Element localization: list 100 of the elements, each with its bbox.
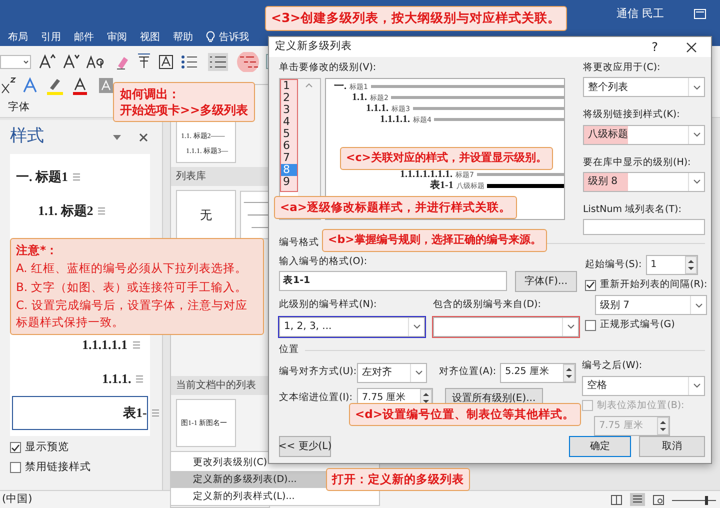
gallery-level-dropdown[interactable]: 级别 8 — [583, 172, 705, 192]
paragraph-style-icon — [72, 173, 81, 181]
preview-number: 1.1.1.1. — [380, 113, 410, 128]
checkbox-label: 重新开始列表的间隔(R): — [600, 278, 708, 292]
caution-text: A. 红框、蓝框的编号必须从下拉列表选择。 — [16, 260, 247, 278]
input-field[interactable] — [583, 219, 705, 235]
lightbulb-icon — [206, 31, 215, 43]
ribbon-display-icon[interactable] — [694, 9, 706, 19]
link-style-dropdown[interactable]: 八级标题 — [583, 124, 705, 144]
number-style-dropdown[interactable]: 1, 2, 3, ... — [279, 316, 425, 336]
less-button[interactable]: << 更少(L) — [279, 436, 331, 457]
preview-number: 1.1. — [352, 91, 367, 104]
level-item[interactable]: 4 — [281, 116, 297, 128]
help-button[interactable]: ? — [652, 38, 658, 56]
scroll-up-icon[interactable] — [305, 83, 313, 88]
list-thumbnail[interactable] — [240, 190, 269, 240]
ribbon-tab[interactable]: 视图 — [140, 30, 160, 44]
slider-thumb[interactable] — [704, 496, 708, 505]
section-title: 位置 — [279, 343, 299, 358]
callout-tooltip: <c>关联对应的样式，并设置显示级别。 — [340, 147, 553, 170]
spin-arrows-icon[interactable] — [684, 256, 697, 274]
paragraph-style-icon — [135, 375, 144, 383]
level-item[interactable]: 1 — [281, 80, 297, 92]
start-at-field[interactable]: 1 — [646, 255, 698, 275]
tell-me-search[interactable]: 告诉我 — [219, 30, 249, 44]
highlighter-icon[interactable] — [46, 76, 66, 96]
preview-number: 一. — [334, 80, 346, 94]
ribbon-tab[interactable]: 审阅 — [107, 30, 127, 44]
field-label: 编号对齐方式(U): — [279, 365, 353, 380]
field-label: 将级别链接到样式(K): — [583, 108, 681, 122]
checkbox[interactable] — [10, 442, 21, 454]
zoom-slider[interactable] — [672, 495, 716, 504]
input-field[interactable]: 表1-1 — [279, 271, 507, 292]
spin-arrows-icon[interactable] — [563, 364, 576, 382]
ok-button[interactable]: 确定 — [569, 436, 631, 457]
checkbox[interactable] — [585, 280, 596, 291]
option-label: 禁用链接样式 — [25, 460, 91, 475]
level-item[interactable]: 6 — [281, 140, 297, 152]
chevron-down-icon — [414, 370, 422, 375]
cancel-button[interactable]: 取消 — [639, 436, 705, 457]
close-icon[interactable] — [139, 132, 148, 142]
section-header: 当前文档中的列表 — [171, 376, 269, 395]
character-border-icon[interactable] — [158, 52, 174, 72]
chevron-down-icon — [692, 84, 700, 90]
font-button[interactable]: 字体(F)... — [515, 271, 577, 292]
chevron-down-icon — [412, 324, 420, 329]
ribbon-tab[interactable]: 帮助 — [173, 30, 193, 44]
field-label: 包含的级别编号来自(D): — [433, 299, 541, 310]
level-item[interactable]: 2 — [281, 92, 297, 104]
caution-title: 注意*： — [16, 242, 58, 259]
ribbon-tab[interactable]: 邮件 — [74, 30, 94, 44]
callout-tooltip: <3>创建多级列表，按大纲级别与对应样式关联。 — [265, 6, 567, 31]
level-item[interactable]: 7 — [281, 152, 297, 164]
preview-number: 1.1.1. — [366, 102, 388, 115]
field-label: 对齐位置(A): — [439, 365, 496, 380]
web-layout-icon[interactable] — [653, 494, 664, 504]
checkbox-label: 制表位添加位置(B): — [597, 398, 684, 413]
callout-tooltip: 打开：定义新的多级列表 — [326, 468, 470, 492]
paragraph-style-icon — [132, 341, 140, 349]
style-item[interactable]: 1.1. 标题2 — [12, 194, 148, 228]
print-layout-icon[interactable] — [630, 493, 645, 506]
field-label: 此级别的编号样式(N): — [279, 299, 377, 310]
restart-level-dropdown[interactable]: 级别 7 — [595, 295, 708, 316]
level-item[interactable]: 3 — [281, 104, 297, 116]
alignment-dropdown[interactable]: 左对齐 — [357, 362, 427, 382]
caution-text: C. 设置完成编号后，设置字体，注意与对应标题样式保持一致。 — [16, 296, 248, 331]
close-icon[interactable] — [686, 42, 697, 52]
language-status: (中国) — [2, 492, 32, 507]
multilevel-list-icon[interactable] — [236, 52, 260, 72]
chevron-down-icon — [692, 179, 700, 184]
chevron-down-icon — [692, 132, 700, 137]
chevron-down-icon — [566, 324, 574, 329]
caution-text: B. 文字（如图、表）或连接符可手工输入。 — [16, 278, 248, 296]
level-item[interactable]: 9 — [281, 176, 297, 188]
follow-number-dropdown[interactable]: 空格 — [582, 376, 705, 396]
list-thumbnail[interactable]: 无 — [176, 190, 236, 240]
checkbox-label: 正规形式编号(G) — [600, 318, 675, 332]
aligned-at-field[interactable]: 5.25 厘米 — [500, 362, 576, 382]
include-level-dropdown[interactable] — [433, 316, 579, 336]
read-mode-icon[interactable] — [611, 494, 622, 504]
style-item[interactable]: 1.1.1.1.1 — [12, 328, 148, 362]
paragraph-style-icon — [97, 207, 106, 215]
dropdown-icon[interactable] — [113, 134, 121, 140]
numbering-icon[interactable] — [208, 52, 230, 72]
superscript-icon[interactable] — [0, 76, 16, 96]
ribbon-tab[interactable]: 引用 — [41, 30, 61, 44]
field-label: 起始编号(S): — [585, 258, 642, 272]
ribbon-tab[interactable]: 布局 — [8, 30, 28, 44]
field-label: 将更改应用于(C): — [583, 61, 662, 75]
level-item[interactable]: 5 — [281, 128, 297, 140]
checkbox[interactable] — [585, 320, 596, 331]
field-label: 文本缩进位置(I): — [279, 390, 353, 405]
checkbox[interactable] — [10, 462, 21, 474]
field-label: 单击要修改的级别(V): — [279, 62, 376, 73]
callout-tooltip: <a>逐级修改标题样式，并进行样式关联。 — [274, 196, 518, 220]
apply-to-dropdown[interactable]: 整个列表 — [583, 77, 705, 98]
option-label: 显示预览 — [25, 440, 69, 455]
user-name: 通信 民工 — [616, 6, 664, 22]
style-item[interactable]: 1.1.1. — [12, 362, 148, 396]
style-item[interactable]: 一. 标题1 — [12, 160, 148, 194]
